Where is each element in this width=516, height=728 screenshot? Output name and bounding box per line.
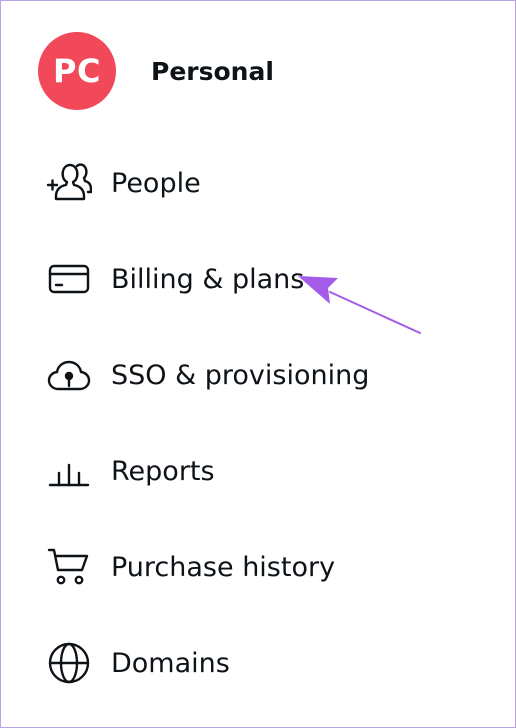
menu-item-label: SSO & provisioning	[111, 359, 370, 391]
menu-item-domains[interactable]: Domains	[46, 638, 230, 688]
menu-item-label: Purchase history	[111, 551, 336, 583]
team-header[interactable]: PC Personal	[38, 32, 274, 110]
menu-item-label: People	[111, 167, 201, 199]
avatar-initials: PC	[53, 52, 101, 90]
annotation-arrow-icon	[298, 276, 421, 334]
menu-item-label: Reports	[111, 455, 215, 487]
team-name: Personal	[151, 56, 274, 86]
menu-item-billing-plans[interactable]: Billing & plans	[46, 254, 304, 304]
menu-item-reports[interactable]: Reports	[46, 446, 215, 496]
avatar[interactable]: PC	[38, 32, 116, 110]
menu-item-people[interactable]: People	[46, 158, 201, 208]
add-people-icon	[46, 160, 92, 206]
menu-item-sso-provisioning[interactable]: SSO & provisioning	[46, 350, 369, 400]
menu-item-label: Billing & plans	[111, 263, 305, 295]
globe-icon	[46, 640, 92, 686]
credit-card-icon	[46, 256, 92, 302]
menu-item-label: Domains	[111, 647, 230, 679]
shopping-cart-icon	[46, 544, 92, 590]
cloud-lock-icon	[46, 352, 92, 398]
bar-chart-icon	[46, 448, 92, 494]
menu-item-purchase-history[interactable]: Purchase history	[46, 542, 335, 592]
